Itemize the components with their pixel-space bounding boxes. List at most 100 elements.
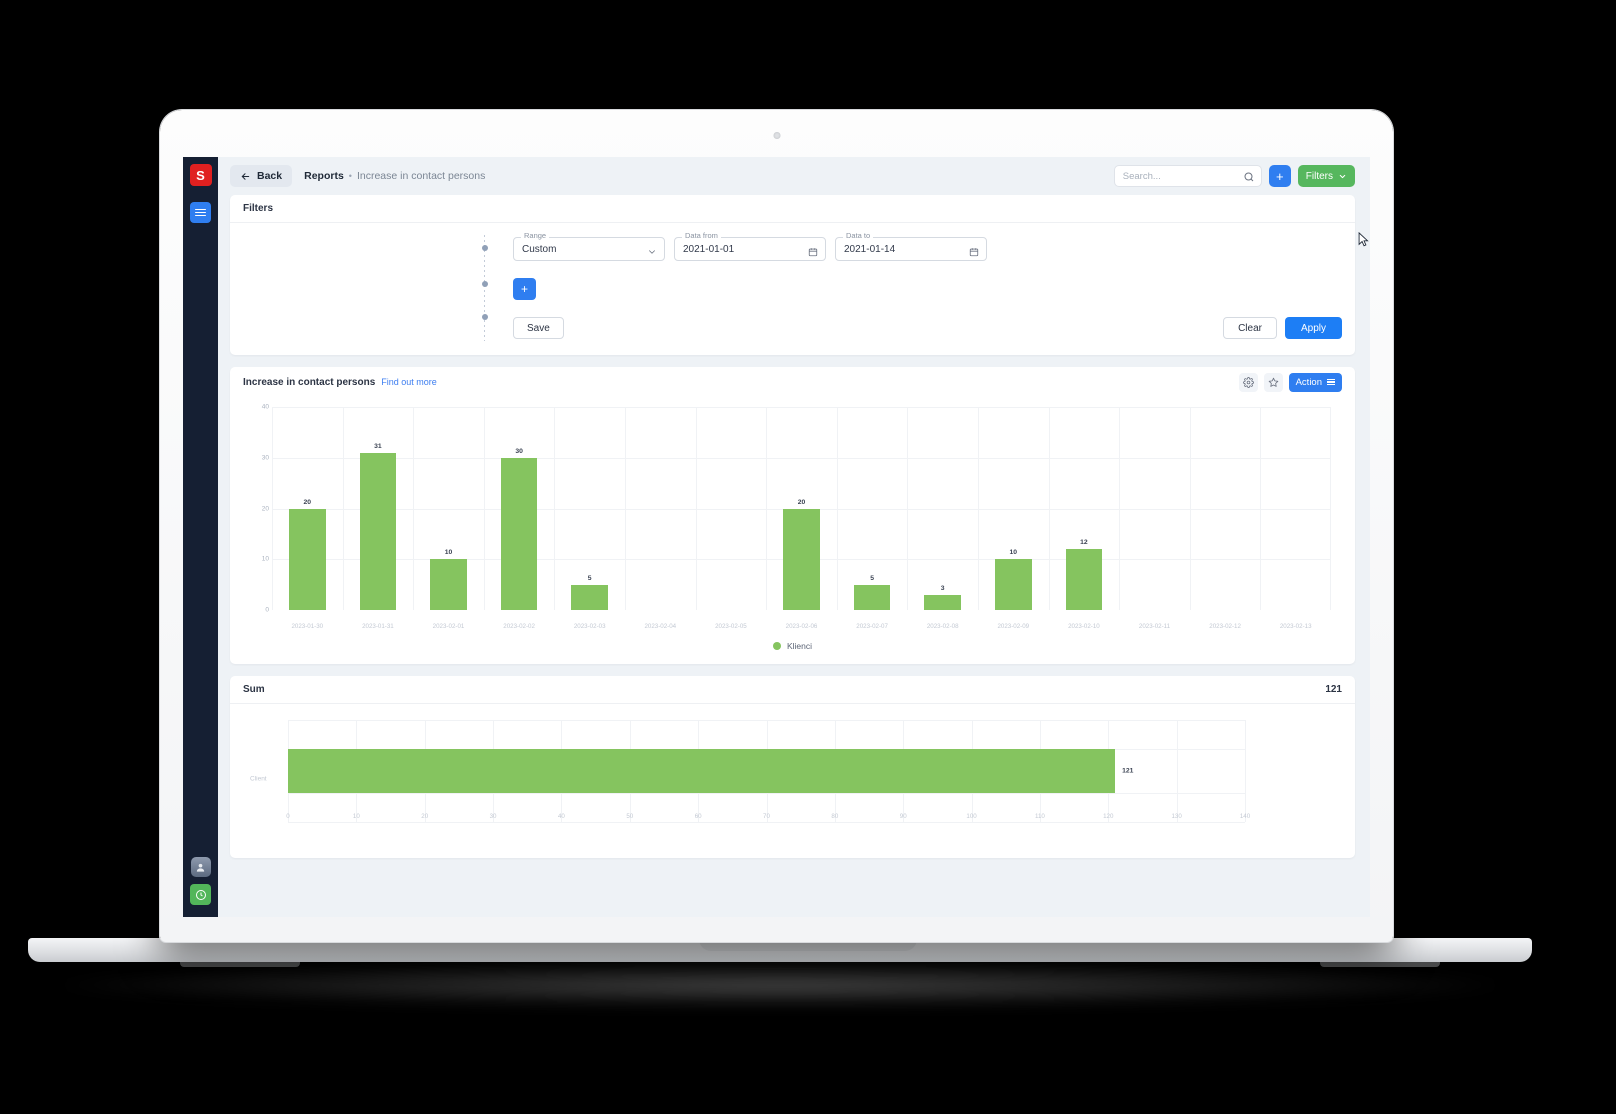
calendar-icon[interactable]	[808, 244, 818, 262]
range-value: Custom	[522, 243, 557, 255]
breadcrumb-root[interactable]: Reports	[304, 170, 344, 182]
chevron-down-icon	[1339, 174, 1346, 178]
bar-value-label: 20	[797, 498, 806, 506]
add-filter-button[interactable]: +	[513, 278, 536, 300]
filters-title: Filters	[243, 203, 274, 214]
sum-bar-value-label: 121	[1122, 767, 1134, 775]
save-button[interactable]: Save	[513, 317, 564, 339]
sum-title: Sum	[243, 684, 265, 695]
x-axis-tick-label: 2023-02-10	[1068, 623, 1100, 630]
mouse-cursor	[1358, 232, 1369, 247]
sum-x-axis-tick-label: 10	[352, 813, 360, 820]
clear-button[interactable]: Clear	[1223, 317, 1277, 339]
bar[interactable]	[924, 594, 962, 610]
bar-chart-plot: 20 31 10 30 5 20 5 3 10 12	[272, 407, 1331, 610]
report-title: Increase in contact persons	[243, 376, 376, 388]
search-icon	[1243, 170, 1255, 188]
bar[interactable]	[571, 584, 609, 610]
settings-button[interactable]	[1238, 372, 1258, 392]
hamburger-icon	[195, 207, 206, 218]
calendar-icon[interactable]	[969, 244, 979, 262]
bar-value-label: 5	[870, 574, 874, 582]
sum-bar-chart: Client 0 10 20 30 40 50 60 70 80 90 100 110 120 130 14…	[250, 714, 1335, 844]
bar[interactable]	[994, 559, 1032, 610]
sum-category-label: Client	[250, 775, 267, 783]
add-button[interactable]: +	[1268, 165, 1291, 187]
filters-card: Filters Range Custom Data from 2021-01-0…	[230, 195, 1369, 355]
bar[interactable]	[1065, 549, 1103, 610]
search-input[interactable]	[1122, 170, 1239, 182]
sum-x-axis-tick-label: 90	[899, 813, 907, 820]
filters-button[interactable]: Filters	[1297, 165, 1355, 187]
action-button[interactable]: Action	[1288, 372, 1342, 392]
laptop-foot-right	[1320, 962, 1440, 967]
star-icon	[1268, 377, 1278, 387]
chart-legend: Klienci	[230, 632, 1355, 664]
clear-button-label: Clear	[1238, 322, 1262, 334]
x-axis-tick-label: 2023-01-31	[362, 623, 394, 630]
avatar[interactable]	[190, 857, 211, 877]
y-axis-tick: 30	[261, 454, 269, 462]
app-window: S Back Reports • Increase in contact per…	[183, 157, 1370, 917]
laptop-mockup: S Back Reports • Increase in contact per…	[0, 0, 1616, 1114]
sum-bar[interactable]	[288, 748, 1116, 794]
search-box[interactable]	[1113, 165, 1262, 188]
breadcrumb: Reports • Increase in contact persons	[304, 170, 485, 182]
x-axis-tick-label: 2023-02-07	[856, 623, 888, 630]
back-button-label: Back	[257, 170, 283, 182]
breadcrumb-separator: •	[348, 171, 352, 181]
sum-x-axis-tick-label: 120	[1103, 813, 1114, 820]
back-button[interactable]: Back	[230, 165, 293, 187]
grid-column	[1189, 407, 1261, 610]
date-to-label: Data to	[843, 232, 874, 240]
bar[interactable]	[783, 508, 820, 610]
app-logo-icon[interactable]: S	[189, 164, 212, 186]
range-select[interactable]: Range Custom	[513, 232, 665, 261]
bar[interactable]	[500, 457, 538, 610]
laptop-lid: S Back Reports • Increase in contact per…	[160, 110, 1393, 942]
apply-button[interactable]: Apply	[1284, 317, 1342, 339]
sidebar-bottom-group	[183, 857, 218, 905]
save-button-label: Save	[527, 322, 550, 334]
y-axis-tick: 10	[261, 555, 269, 563]
filters-button-label: Filters	[1305, 170, 1333, 182]
find-out-more-link[interactable]: Find out more	[381, 377, 437, 387]
gear-icon	[1242, 376, 1254, 388]
x-axis-tick-label: 2023-02-11	[1138, 623, 1171, 630]
rail-dot-3	[482, 314, 488, 320]
x-axis-tick-label: 2023-02-05	[715, 623, 747, 630]
x-axis-tick-label: 2023-01-30	[291, 623, 324, 630]
breadcrumb-current: Increase in contact persons	[356, 170, 486, 182]
range-label: Range	[521, 232, 550, 240]
filter-row-add: +	[495, 278, 1342, 300]
bar[interactable]	[430, 559, 467, 610]
topbar: Back Reports • Increase in contact perso…	[218, 157, 1370, 195]
favorite-button[interactable]	[1263, 372, 1283, 392]
app-logo-text: S	[196, 167, 205, 183]
bar[interactable]	[853, 584, 891, 610]
date-from-field[interactable]: Data from 2021-01-01	[674, 232, 826, 262]
legend-label[interactable]: Klienci	[787, 641, 812, 651]
filter-action-group: Clear Apply	[1223, 232, 1369, 339]
sidebar-item-menu[interactable]	[190, 202, 211, 223]
bar[interactable]	[288, 508, 326, 610]
x-axis-tick-label: 2023-02-01	[432, 623, 465, 630]
bar-value-label: 10	[1009, 549, 1018, 557]
sidebar-item-timer[interactable]	[190, 884, 211, 905]
grid-column	[907, 407, 978, 610]
bar[interactable]	[359, 452, 397, 610]
date-to-field[interactable]: Data to 2021-01-14	[835, 232, 987, 262]
laptop-foot-left	[180, 962, 300, 967]
x-axis-tick-label: 2023-02-04	[644, 623, 677, 630]
sum-x-axis-tick-label: 130	[1171, 813, 1182, 820]
filter-row-actions: Save Clear Apply	[495, 232, 1369, 339]
grid-column	[625, 407, 696, 610]
add-button-label: +	[1275, 168, 1284, 184]
report-header-actions: Action	[1238, 372, 1342, 392]
sum-x-axis-tick-label: 80	[831, 813, 839, 820]
bar-chart: 0 10 20 30 40 20 31 10 30 5 20 5 3 10 12 2023-01-30 20…	[250, 404, 1335, 632]
rail-dot-1	[482, 245, 488, 251]
filters-rail	[482, 235, 489, 341]
filters-card-header: Filters	[230, 195, 1355, 223]
grid-column	[1260, 407, 1331, 610]
